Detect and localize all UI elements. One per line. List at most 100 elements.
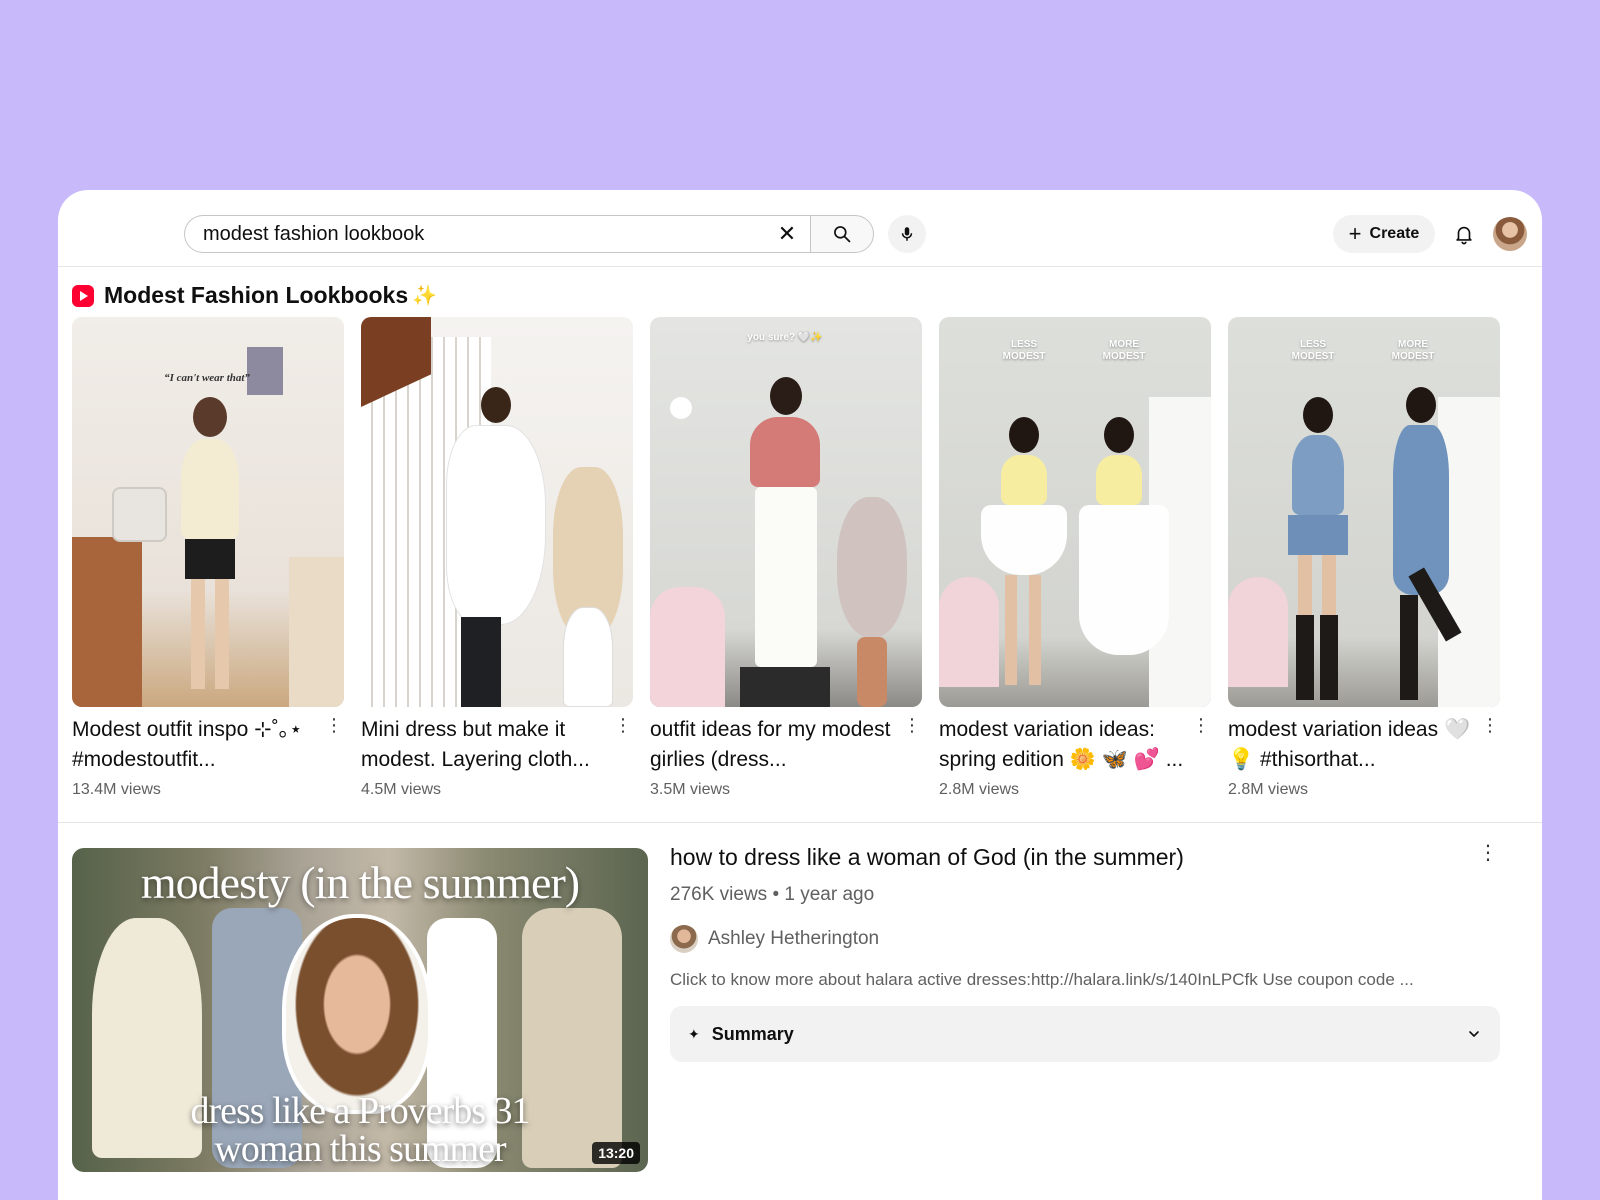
sparkle-icon: ✨ (412, 285, 438, 307)
short-title[interactable]: outfit ideas for my modest girlies (dres… (650, 715, 895, 775)
person-pants (461, 617, 501, 707)
thumbnail-title-line-2: woman this summer (214, 1128, 506, 1170)
poster-shape (247, 347, 283, 395)
short-card: LESS MODEST MORE MODEST modest variation… (939, 317, 1211, 798)
bed-shape (289, 557, 344, 707)
thumbnail-overlay-left: LESS MODEST (1002, 339, 1046, 362)
short-title[interactable]: modest variation ideas: spring edition 🌼… (939, 715, 1184, 775)
notifications-button[interactable] (1446, 216, 1482, 252)
plus-icon: + (1348, 221, 1362, 246)
person-head (193, 397, 227, 437)
short-card: LESS MODEST MORE MODEST modest variation… (1228, 317, 1500, 798)
short-views: 13.4M views (72, 781, 161, 798)
more-vert-icon[interactable]: ⋮ (902, 716, 922, 737)
thumbnail-overlay-left: LESS MODEST (1291, 339, 1335, 362)
person-denim-top (1292, 435, 1344, 515)
person-dress (446, 425, 546, 625)
short-card: you sure? 🤍✨ outfit ideas for my modest … (650, 317, 922, 798)
video-thumbnail[interactable]: modesty (in the summer) dress like a Pro… (72, 848, 648, 1172)
short-views: 2.8M views (1228, 781, 1309, 798)
short-title[interactable]: modest variation ideas 🤍 💡 #thisorthat..… (1228, 715, 1473, 775)
create-label: Create (1369, 225, 1420, 242)
browser-window: ✕ + Create (58, 190, 1542, 1200)
person-shorts (185, 539, 235, 579)
boot (1296, 615, 1314, 700)
leg (1029, 575, 1041, 685)
short-thumbnail[interactable]: you sure? 🤍✨ (650, 317, 922, 707)
chair-shape (939, 577, 999, 687)
person-skirt (1079, 505, 1169, 655)
short-thumbnail[interactable] (361, 317, 633, 707)
vase-shape (563, 607, 613, 707)
short-views: 2.8M views (939, 781, 1020, 798)
more-vert-icon[interactable]: ⋮ (1480, 716, 1500, 737)
shelf-shape (112, 487, 167, 542)
thumbnail-overlay-text: you sure? 🤍✨ (747, 332, 823, 343)
search-input[interactable] (203, 222, 769, 246)
short-thumbnail[interactable]: “I can't wear that” (72, 317, 344, 707)
leg (1322, 555, 1336, 615)
bell-icon (1456, 226, 1472, 245)
more-vert-icon[interactable]: ⋮ (613, 716, 633, 737)
boot (1400, 595, 1418, 700)
top-bar: ✕ + Create (58, 190, 1542, 267)
leg (1298, 555, 1312, 615)
person-head (481, 387, 511, 423)
thumbnail-overlay-right: MORE MODEST (1391, 339, 1435, 362)
thumb-portrait (282, 914, 432, 1114)
short-thumbnail[interactable]: LESS MODEST MORE MODEST (1228, 317, 1500, 707)
person-head (770, 377, 802, 415)
voice-search-button[interactable] (888, 215, 926, 253)
shorts-logo-icon (72, 284, 94, 307)
search-box: ✕ (184, 215, 815, 253)
short-views: 3.5M views (650, 781, 731, 798)
chair-shape (1228, 577, 1288, 687)
shorts-shelf-title: Modest Fashion Lookbooks (104, 282, 409, 308)
account-avatar[interactable] (1493, 217, 1527, 251)
thumbnail-title-bottom: dress like a Proverbs 31 woman this summ… (72, 1092, 648, 1168)
person-head (1303, 397, 1333, 433)
create-button[interactable]: + Create (1333, 215, 1435, 253)
person-pants (755, 487, 817, 667)
person-cardigan (750, 417, 820, 487)
short-card: “I can't wear that” Modest outfit inspo … (72, 317, 344, 798)
more-vert-icon[interactable]: ⋮ (324, 716, 344, 737)
dresser-shape (72, 537, 142, 707)
duration-badge: 13:20 (592, 1142, 640, 1164)
section-divider (58, 822, 1542, 823)
chair-shape (650, 587, 725, 707)
short-title[interactable]: Mini dress but make it modest. Layering … (361, 715, 606, 775)
video-meta: 276K views • 1 year ago (670, 884, 875, 905)
short-views: 4.5M views (361, 781, 442, 798)
search-icon (834, 226, 851, 243)
thumbnail-overlay-text: “I can't wear that” (164, 372, 250, 384)
thumbnail-overlay-right: MORE MODEST (1102, 339, 1146, 362)
sparkle-icon: ✦ (688, 1025, 700, 1042)
short-card: Mini dress but make it modest. Layering … (361, 317, 633, 798)
short-title[interactable]: Modest outfit inspo ⊹˚｡⋆ #modestoutfit..… (72, 715, 317, 775)
person-top (1096, 455, 1142, 505)
chevron-down-icon (1469, 1031, 1479, 1037)
channel-row: Ashley Hetherington (670, 925, 879, 953)
short-thumbnail[interactable]: LESS MODEST MORE MODEST (939, 317, 1211, 707)
more-vert-icon[interactable]: ⋮ (1191, 716, 1211, 737)
leg (191, 579, 205, 689)
vase-shape (857, 637, 887, 707)
channel-name[interactable]: Ashley Hetherington (708, 928, 879, 950)
person-head (1406, 387, 1436, 423)
person-head (1009, 417, 1039, 453)
step-shape (740, 667, 830, 707)
summary-button[interactable]: ✦ Summary (670, 1006, 1500, 1062)
close-icon: ✕ (777, 221, 797, 246)
shorts-shelf-header: Modest Fashion Lookbooks ✨ (72, 282, 437, 309)
mic-icon (901, 227, 913, 241)
video-description: Click to know more about halara active d… (670, 970, 1414, 989)
channel-avatar[interactable] (670, 925, 698, 953)
clear-search-button[interactable]: ✕ (769, 216, 805, 252)
more-vert-icon[interactable]: ⋮ (1478, 840, 1498, 865)
person-skirt (981, 505, 1067, 575)
video-title[interactable]: how to dress like a woman of God (in the… (670, 844, 1184, 871)
person-denim-skirt (1288, 515, 1348, 555)
search-button[interactable] (810, 215, 874, 253)
thumbnail-title-top: modesty (in the summer) (140, 857, 580, 908)
